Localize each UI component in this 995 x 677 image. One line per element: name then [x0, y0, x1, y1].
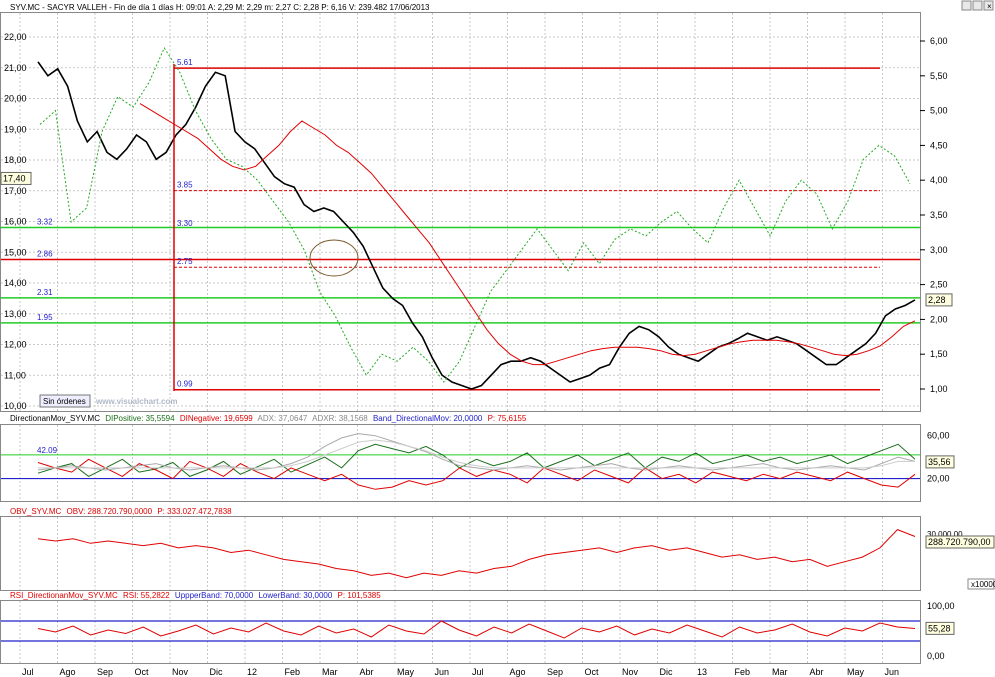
right-y-tick: 1,00	[930, 384, 948, 394]
left-y-tick: 13,00	[4, 309, 27, 319]
x-tick-label: Abr	[360, 667, 374, 677]
obv-panel	[0, 516, 921, 591]
level-label: 5.61	[177, 58, 193, 67]
minimize-button[interactable]	[961, 0, 972, 11]
last-right-value: 2,28	[928, 295, 946, 305]
x-tick-label: Jul	[22, 667, 34, 677]
x-tick-label: Mar	[322, 667, 338, 677]
x-tick-label: Sep	[547, 667, 563, 677]
level-label: 3.85	[177, 181, 193, 190]
dir-y-tick: 20,00	[927, 474, 950, 484]
x-tick-label: Jul	[472, 667, 484, 677]
close-icon: ×	[987, 2, 992, 11]
x-tick-label: May	[847, 667, 865, 677]
right-y-tick: 3,50	[930, 210, 948, 220]
right-y-tick: 3,00	[930, 245, 948, 255]
dir-last-value: 35,56	[928, 457, 951, 467]
obv-last-value: 288.720.790,00	[928, 537, 991, 547]
x-tick-label: Ago	[60, 667, 76, 677]
rsi-last-value: 55,28	[928, 623, 951, 633]
left-y-tick: 22,00	[4, 32, 27, 42]
left-y-tick: 12,00	[4, 340, 27, 350]
left-y-tick: 21,00	[4, 63, 27, 73]
rsi-panel	[0, 600, 921, 664]
right-y-tick: 1,50	[930, 349, 948, 359]
x-tick-label: 13	[697, 667, 707, 677]
level-label: 3.32	[37, 218, 53, 227]
x-tick-label: Nov	[172, 667, 189, 677]
window-buttons[interactable]: ×	[961, 0, 994, 11]
price-panel	[0, 12, 921, 412]
rsi-legend: RSI_DirectionanMov_SYV.MC RSI: 55,2822 U…	[10, 591, 381, 600]
left-y-tick: 15,00	[4, 247, 27, 257]
left-y-tick: 16,00	[4, 217, 27, 227]
last-left-value: 17,40	[3, 173, 26, 183]
x-tick-label: May	[397, 667, 415, 677]
x-tick-label: Dic	[210, 667, 223, 677]
left-y-tick: 19,00	[4, 124, 27, 134]
x-tick-label: Dic	[660, 667, 673, 677]
header-text: SYV.MC - SACYR VALLEH - Fin de día 1 día…	[10, 3, 430, 12]
right-y-tick: 6,00	[930, 36, 948, 46]
dir-band-label: 42.09	[37, 446, 58, 455]
right-y-tick: 4,00	[930, 175, 948, 185]
left-y-tick: 14,00	[4, 278, 27, 288]
level-label: 0.99	[177, 380, 193, 389]
maximize-button[interactable]	[972, 0, 983, 11]
x-tick-label: Mar	[772, 667, 788, 677]
left-y-tick: 20,00	[4, 94, 27, 104]
x-tick-label: 12	[247, 667, 257, 677]
chart-canvas: SYV.MC - SACYR VALLEH - Fin de día 1 día…	[0, 0, 995, 677]
x-tick-label: Oct	[135, 667, 150, 677]
x-tick-label: Feb	[285, 667, 301, 677]
watermark: www.visualchart.com	[95, 397, 178, 406]
level-label: 2.86	[37, 250, 53, 259]
directional-legend: DirectionanMov_SYV.MC DIPositive: 35,559…	[10, 414, 527, 423]
x-tick-label: Nov	[622, 667, 639, 677]
level-label: 3.30	[177, 219, 193, 228]
obv-legend: OBV_SYV.MC OBV: 288.720.790,0000 P: 333.…	[10, 507, 232, 516]
x-tick-label: Ago	[510, 667, 526, 677]
right-y-tick: 4,50	[930, 140, 948, 150]
x-tick-label: Jun	[885, 667, 900, 677]
left-y-tick: 17,00	[4, 186, 27, 196]
x-tick-label: Sep	[97, 667, 113, 677]
x-tick-label: Feb	[735, 667, 751, 677]
obv-scale-label: x10000	[971, 580, 995, 589]
left-y-tick: 18,00	[4, 155, 27, 165]
left-y-tick: 11,00	[4, 370, 26, 380]
orders-status-label: Sin órdenes	[43, 397, 86, 406]
right-y-tick: 5,50	[930, 71, 948, 81]
right-y-tick: 2,50	[930, 280, 948, 290]
rsi-y-tick: 100,00	[927, 601, 955, 611]
x-tick-label: Abr	[810, 667, 824, 677]
dir-y-tick: 60,00	[927, 431, 950, 441]
right-y-tick: 5,00	[930, 106, 948, 116]
right-y-tick: 2,00	[930, 314, 948, 324]
x-tick-label: Jun	[435, 667, 450, 677]
left-y-tick: 10,00	[4, 401, 27, 411]
level-label: 2.75	[177, 257, 193, 266]
rsi-y-tick: 0,00	[927, 651, 945, 661]
level-label: 1.95	[37, 313, 53, 322]
level-label: 2.31	[37, 288, 53, 297]
x-tick-label: Oct	[585, 667, 600, 677]
